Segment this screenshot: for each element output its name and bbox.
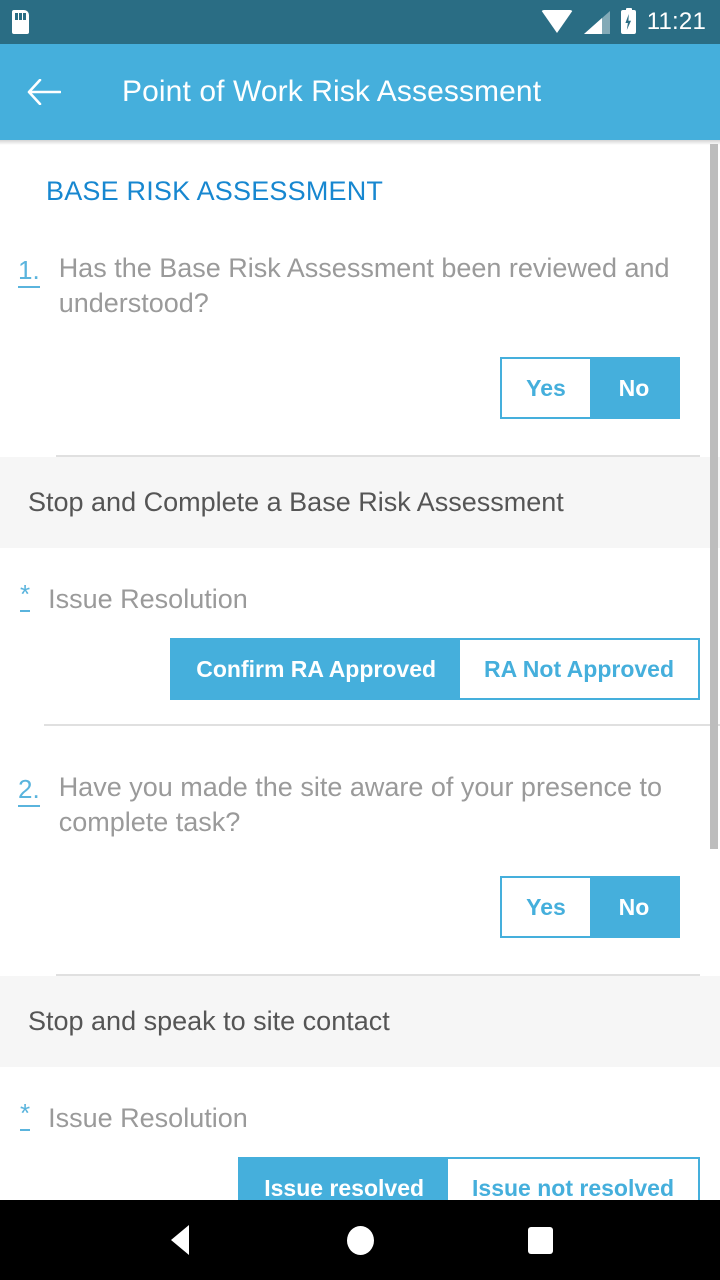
question-2-option-no[interactable]: No <box>590 878 678 936</box>
cellular-signal-icon <box>583 10 610 34</box>
status-bar: 11:21 <box>0 0 720 44</box>
yes-no-toggle-1: Yes No <box>500 357 680 419</box>
option-issue-resolved[interactable]: Issue resolved <box>240 1159 449 1200</box>
wifi-icon <box>540 9 573 33</box>
back-arrow-icon[interactable] <box>8 44 80 140</box>
back-triangle-icon <box>171 1225 189 1255</box>
form-scroll-container[interactable]: BASE RISK ASSESSMENT 1. Has the Base Ris… <box>0 140 720 1200</box>
issue-resolved-toggle: Issue resolved Issue not resolved <box>238 1157 700 1200</box>
page-title: Point of Work Risk Assessment <box>122 75 542 108</box>
required-marker-icon: * <box>20 581 31 612</box>
recents-square-icon <box>527 1226 553 1254</box>
question-block-1: 1. Has the Base Risk Assessment been rev… <box>0 207 720 457</box>
app-screen: 11:21 Point of Work Risk Assessment BASE… <box>0 0 720 1280</box>
status-bar-right: 11:21 <box>540 8 706 35</box>
option-ra-not-approved[interactable]: RA Not Approved <box>460 640 698 698</box>
question-1: 1. Has the Base Risk Assessment been rev… <box>0 207 700 321</box>
status-bar-clock: 11:21 <box>646 8 706 35</box>
issue-resolution-1-label: Issue Resolution <box>48 584 248 614</box>
issue-resolution-2-label-row: * Issue Resolution <box>0 1067 720 1133</box>
question-2-number: 2. <box>18 773 40 807</box>
question-2-option-yes[interactable]: Yes <box>502 878 590 936</box>
issue-resolution-2-group: Issue resolved Issue not resolved <box>0 1157 720 1200</box>
question-1-text: Has the Base Risk Assessment been review… <box>58 253 670 318</box>
scrollbar-thumb[interactable] <box>710 144 718 849</box>
scrollbar-track[interactable] <box>710 140 720 1200</box>
app-bar: Point of Work Risk Assessment <box>0 44 720 140</box>
nav-home-button[interactable] <box>325 1200 395 1280</box>
home-circle-icon <box>346 1225 374 1255</box>
android-navigation-bar <box>0 1200 720 1280</box>
required-marker-icon: * <box>20 1100 31 1131</box>
option-issue-not-resolved[interactable]: Issue not resolved <box>448 1159 698 1200</box>
charging-bolt-icon <box>625 14 632 30</box>
sd-card-icon <box>12 10 29 34</box>
question-2: 2. Have you made the site aware of your … <box>0 726 700 840</box>
issue-resolution-1-group: Confirm RA Approved RA Not Approved <box>0 638 720 700</box>
question-1-option-yes[interactable]: Yes <box>502 359 590 417</box>
question-1-answer-group: Yes No <box>0 357 700 419</box>
nav-recents-button[interactable] <box>505 1200 575 1280</box>
question-block-2: 2. Have you made the site aware of your … <box>0 726 720 976</box>
question-1-number: 1. <box>18 254 40 288</box>
yes-no-toggle-2: Yes No <box>500 876 680 938</box>
question-1-option-no[interactable]: No <box>590 359 678 417</box>
nav-back-button[interactable] <box>145 1200 215 1280</box>
status-bar-left <box>12 10 29 34</box>
section-title: BASE RISK ASSESSMENT <box>46 176 384 206</box>
battery-charging-icon <box>620 8 636 34</box>
banner-question-1: Stop and Complete a Base Risk Assessment <box>0 457 720 548</box>
question-2-text: Have you made the site aware of your pre… <box>58 772 663 837</box>
issue-resolution-1-label-row: * Issue Resolution <box>0 548 720 614</box>
option-confirm-ra-approved[interactable]: Confirm RA Approved <box>172 640 461 698</box>
question-2-answer-group: Yes No <box>0 876 700 938</box>
issue-resolution-2-label: Issue Resolution <box>48 1103 248 1133</box>
banner-question-2: Stop and speak to site contact <box>0 976 720 1067</box>
ra-approval-toggle: Confirm RA Approved RA Not Approved <box>170 638 700 700</box>
